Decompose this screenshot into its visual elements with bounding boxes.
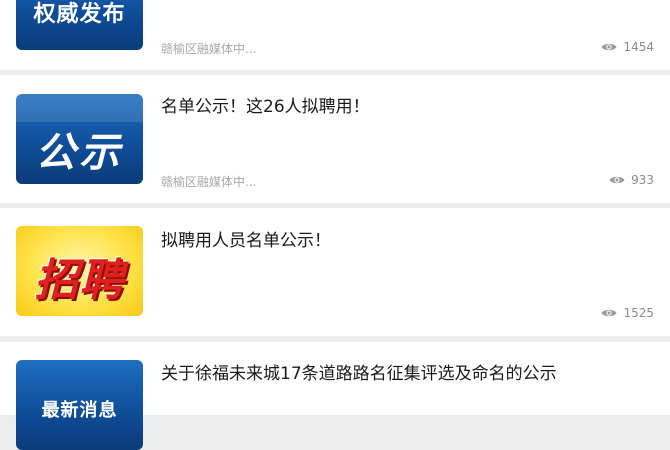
view-count: 1525 <box>601 306 654 320</box>
news-thumbnail: 权威发布 <box>16 0 143 50</box>
news-title[interactable]: 关于徐福未来城17条道路路名征集评选及命名的公示 <box>161 363 650 385</box>
thumbnail-label: 权威发布 <box>33 2 126 27</box>
news-thumbnail: 最新消息 <box>16 360 143 450</box>
news-card[interactable]: 招聘 拟聘用人员名单公示！ 1525 <box>0 208 670 336</box>
view-count-value: 933 <box>631 173 654 187</box>
news-thumbnail: 招聘 <box>16 226 143 316</box>
news-source: 赣榆区融媒体中... <box>161 175 257 189</box>
thumbnail-label: 公示 <box>35 130 124 176</box>
thumbnail-highlight <box>16 94 143 122</box>
news-title[interactable]: 拟聘用人员名单公示！ <box>161 230 650 252</box>
news-thumbnail: 公示 <box>16 94 143 184</box>
eye-icon <box>609 176 625 184</box>
view-count-value: 1525 <box>623 306 654 320</box>
news-source: 赣榆区融媒体中... <box>161 42 257 56</box>
news-title[interactable]: 名单公示！这26人拟聘用！ <box>161 96 650 118</box>
eye-icon <box>601 43 617 51</box>
view-count: 1454 <box>601 40 654 54</box>
thumbnail-label: 最新消息 <box>41 400 118 421</box>
view-count: 933 <box>609 173 654 187</box>
news-card[interactable]: 权威发布 赣榆区融媒体中... 1454 <box>0 0 670 70</box>
news-card[interactable]: 最新消息 关于徐福未来城17条道路路名征集评选及命名的公示 <box>0 342 670 450</box>
eye-icon <box>601 309 617 317</box>
view-count-value: 1454 <box>623 40 654 54</box>
thumbnail-label: 招聘 <box>34 255 125 306</box>
news-card[interactable]: 公示 名单公示！这26人拟聘用！ 赣榆区融媒体中... 933 <box>0 75 670 203</box>
